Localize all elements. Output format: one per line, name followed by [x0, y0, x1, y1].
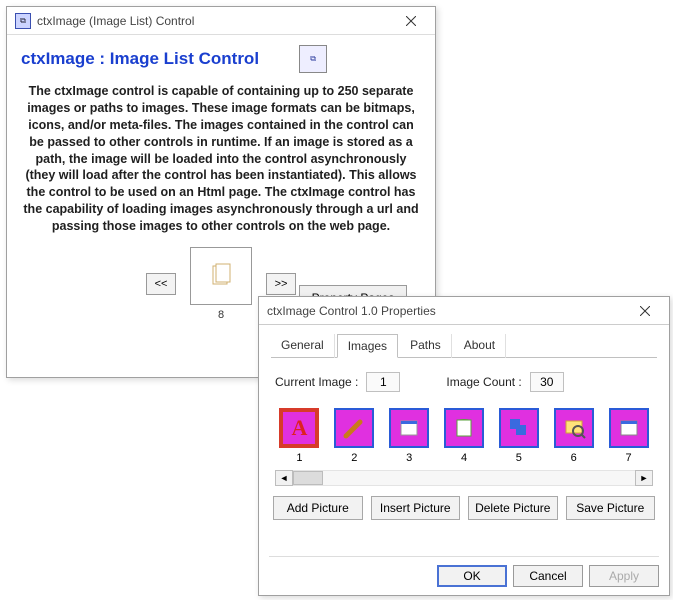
scroll-track[interactable] [293, 470, 635, 486]
thumb-4[interactable]: 4 [442, 408, 487, 464]
thumb-icon [499, 408, 539, 448]
picture-action-row: Add Picture Insert Picture Delete Pictur… [273, 496, 655, 520]
thumb-7[interactable]: 7 [606, 408, 651, 464]
image-preview [190, 247, 252, 305]
dialog-button-row: OK Cancel Apply [269, 556, 659, 587]
dialog-body: General Images Paths About Current Image… [259, 325, 669, 520]
thumb-label: 5 [496, 452, 541, 464]
page-icon [207, 262, 235, 290]
tab-strip: General Images Paths About [271, 333, 657, 358]
thumb-icon [609, 408, 649, 448]
close-icon [640, 306, 650, 316]
thumb-label: 4 [442, 452, 487, 464]
close-icon [406, 16, 416, 26]
tab-images[interactable]: Images [337, 334, 398, 358]
tab-about[interactable]: About [454, 334, 506, 358]
thumb-label: 1 [277, 452, 322, 464]
thumb-label: 3 [387, 452, 432, 464]
scroll-handle[interactable] [293, 471, 323, 485]
thumb-label: 7 [606, 452, 651, 464]
close-button[interactable] [391, 9, 431, 33]
thumbnail-scrollbar: ◄ ► [275, 470, 653, 486]
image-count-value: 30 [530, 372, 564, 392]
cancel-button[interactable]: Cancel [513, 565, 583, 587]
scroll-right-button[interactable]: ► [635, 470, 653, 486]
thumb-icon [554, 408, 594, 448]
thumb-6[interactable]: 6 [551, 408, 596, 464]
thumb-icon: A [279, 408, 319, 448]
thumb-icon [334, 408, 374, 448]
thumb-label: 2 [332, 452, 377, 464]
thumb-5[interactable]: 5 [496, 408, 541, 464]
save-picture-button[interactable]: Save Picture [566, 496, 656, 520]
tab-general[interactable]: General [271, 334, 335, 358]
delete-picture-button[interactable]: Delete Picture [468, 496, 558, 520]
field-row: Current Image : 1 Image Count : 30 [275, 372, 653, 392]
image-count-label: Image Count : [446, 375, 521, 389]
current-image-label: Current Image : [275, 375, 358, 389]
thumbnail-strip: A 1 2 3 4 5 6 [275, 402, 653, 466]
titlebar[interactable]: ctxImage Control 1.0 Properties [259, 297, 669, 325]
thumb-icon [389, 408, 429, 448]
preview-cell: 8 [190, 247, 252, 321]
apply-button: Apply [589, 565, 659, 587]
ctximage-logo-icon: ⧉ [299, 45, 327, 73]
window-title: ctxImage (Image List) Control [37, 14, 391, 28]
add-picture-button[interactable]: Add Picture [273, 496, 363, 520]
thumb-2[interactable]: 2 [332, 408, 377, 464]
page-title: ctxImage : Image List Control [21, 49, 259, 69]
description-text: The ctxImage control is capable of conta… [23, 83, 419, 235]
preview-index-label: 8 [190, 309, 252, 321]
thumb-icon [444, 408, 484, 448]
header-row: ctxImage : Image List Control ⧉ [21, 45, 421, 73]
prev-button[interactable]: << [146, 273, 176, 295]
close-button[interactable] [625, 299, 665, 323]
app-icon: ⧉ [15, 13, 31, 29]
window-title: ctxImage Control 1.0 Properties [267, 304, 625, 318]
titlebar[interactable]: ⧉ ctxImage (Image List) Control [7, 7, 435, 35]
ok-button[interactable]: OK [437, 565, 507, 587]
current-image-value[interactable]: 1 [366, 372, 400, 392]
next-button[interactable]: >> [266, 273, 296, 295]
insert-picture-button[interactable]: Insert Picture [371, 496, 461, 520]
ctximage-properties-dialog: ctxImage Control 1.0 Properties General … [258, 296, 670, 596]
scroll-left-button[interactable]: ◄ [275, 470, 293, 486]
thumb-3[interactable]: 3 [387, 408, 432, 464]
thumb-1[interactable]: A 1 [277, 408, 322, 464]
tab-paths[interactable]: Paths [400, 334, 452, 358]
thumb-label: 6 [551, 452, 596, 464]
